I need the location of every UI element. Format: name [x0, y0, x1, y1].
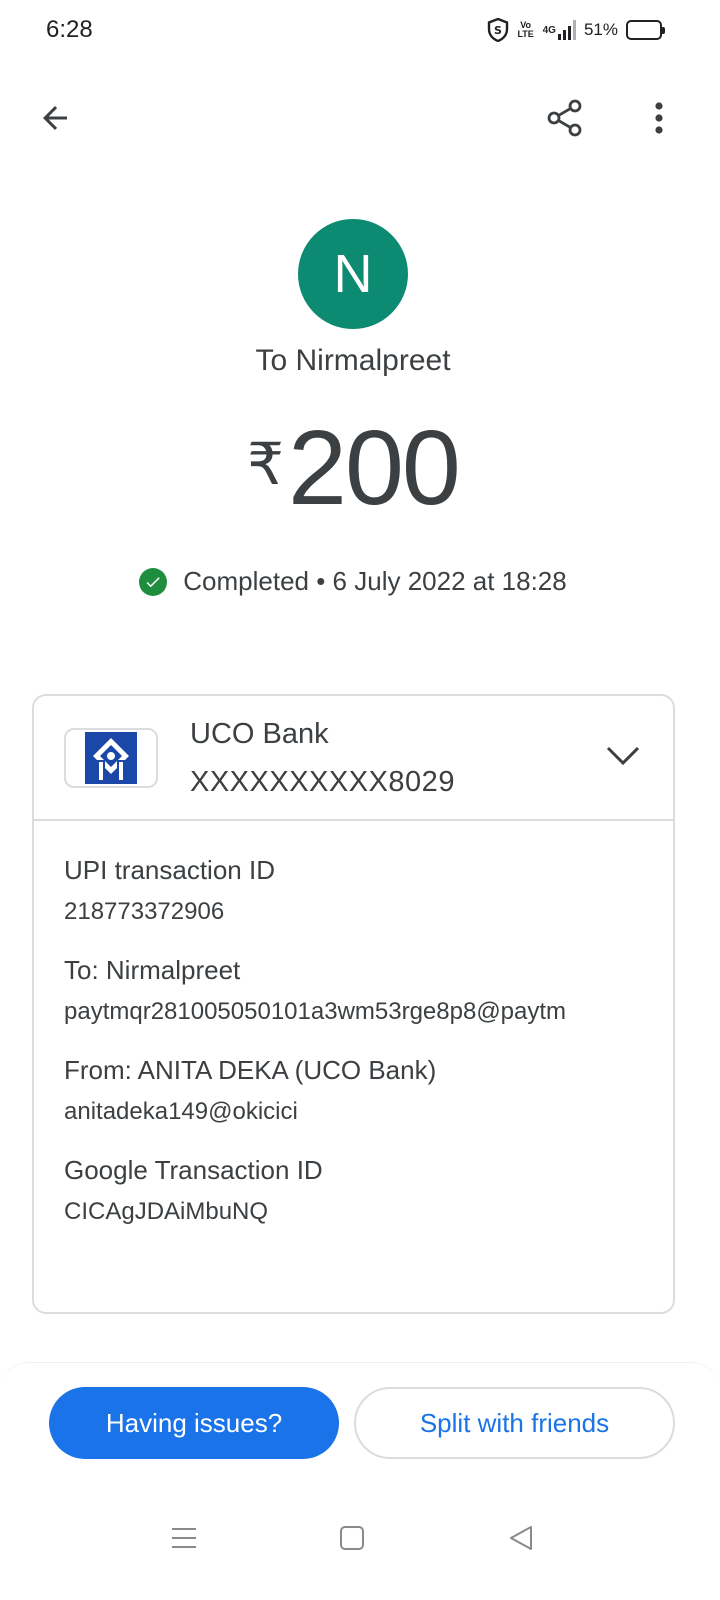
status-icons: S Vo LTE 4G 51% [487, 18, 665, 42]
app-bar [0, 80, 720, 160]
upi-transaction-id: UPI transaction ID 218773372906 [64, 852, 649, 932]
volte-icon: Vo LTE [517, 20, 534, 39]
more-vert-icon [655, 102, 663, 134]
svg-text:S: S [494, 24, 502, 37]
nav-back-button[interactable] [491, 1508, 551, 1568]
battery-icon [626, 20, 665, 40]
recent-apps-button[interactable] [154, 1508, 214, 1568]
expand-button[interactable] [603, 736, 643, 776]
google-transaction-id: Google Transaction ID CICAgJDAiMbuNQ [64, 1152, 649, 1232]
to-details: To: Nirmalpreet paytmqr281005050101a3wm5… [64, 952, 649, 1032]
bank-account-number: XXXXXXXXXX8029 [190, 766, 455, 798]
bank-account-row[interactable]: UCO Bank XXXXXXXXXX8029 [34, 696, 673, 821]
shield-icon: S [487, 18, 509, 42]
google-transaction-id-label: Google Transaction ID [64, 1155, 323, 1185]
payment-status: Completed • 6 July 2022 at 18:28 [0, 566, 706, 597]
having-issues-button[interactable]: Having issues? [49, 1387, 339, 1459]
share-icon [547, 99, 582, 137]
from-details: From: ANITA DEKA (UCO Bank) anitadeka149… [64, 1052, 649, 1132]
menu-icon [172, 1528, 196, 1548]
to-upi-id[interactable]: paytmqr281005050101a3wm53rge8p8@paytm [64, 992, 649, 1032]
arrow-back-icon [43, 106, 67, 130]
battery-percent: 51% [583, 20, 618, 39]
status-bar: 6:28 S Vo LTE 4G 51% [0, 0, 720, 64]
back-button[interactable] [27, 90, 83, 146]
upi-transaction-id-label: UPI transaction ID [64, 855, 275, 885]
upi-transaction-id-value[interactable]: 218773372906 [64, 892, 649, 932]
check-circle-icon [139, 567, 168, 596]
home-button[interactable] [322, 1508, 382, 1568]
payment-amount: ₹ 200 [0, 412, 706, 524]
transaction-details: UPI transaction ID 218773372906 To: Nirm… [64, 852, 649, 1252]
currency-symbol: ₹ [247, 432, 285, 497]
share-button[interactable] [537, 90, 593, 146]
network-type: 4G [542, 24, 556, 36]
google-transaction-id-value[interactable]: CICAgJDAiMbuNQ [64, 1192, 649, 1232]
square-icon [340, 1526, 364, 1550]
status-time: 6:28 [46, 16, 93, 43]
status-text: Completed • 6 July 2022 at 18:28 [183, 566, 567, 596]
uco-bank-logo-icon [64, 728, 158, 788]
from-upi-id[interactable]: anitadeka149@okicici [64, 1092, 649, 1132]
system-nav-bar [0, 1492, 720, 1600]
transaction-details-card: UCO Bank XXXXXXXXXX8029 UPI transaction … [32, 694, 675, 1314]
chevron-down-icon [606, 746, 640, 766]
amount-value: 200 [288, 409, 461, 527]
more-options-button[interactable] [631, 90, 687, 146]
from-label: From: ANITA DEKA (UCO Bank) [64, 1055, 437, 1085]
split-with-friends-button[interactable]: Split with friends [354, 1387, 675, 1459]
signal-icon: 4G [543, 20, 576, 40]
to-label: To: Nirmalpreet [64, 955, 241, 985]
avatar: N [298, 219, 408, 329]
triangle-back-icon [510, 1526, 532, 1550]
recipient-name: To Nirmalpreet [255, 344, 451, 377]
bank-name: UCO Bank [190, 718, 329, 750]
